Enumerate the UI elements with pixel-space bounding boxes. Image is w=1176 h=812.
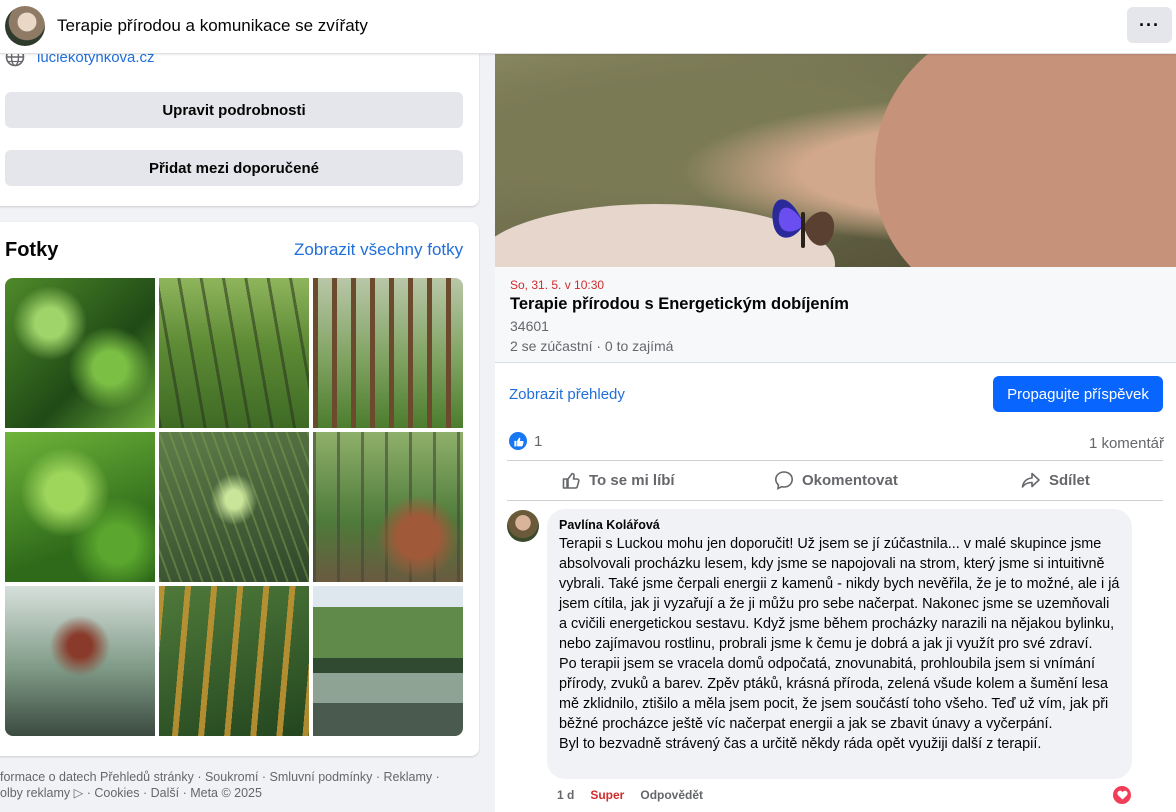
heart-reaction-icon[interactable] [1113, 786, 1131, 804]
comment-reply-button[interactable]: Odpovědět [640, 788, 703, 802]
photo-thumbnail[interactable] [159, 586, 309, 736]
commenter-avatar[interactable] [507, 510, 539, 542]
photo-thumbnail[interactable] [313, 432, 463, 582]
comment-age[interactable]: 1 d [557, 788, 574, 802]
butterfly-icon [772, 199, 835, 248]
page-title: Terapie přírodou a komunikace se zvířaty [57, 16, 368, 35]
photo-grid [5, 278, 463, 736]
photos-title: Fotky [5, 239, 59, 261]
event-attendance: 2 se zúčastní · 0 to zajímá [510, 338, 674, 354]
comment-paragraph: Po terapii jsem se vracela domů odpočatá… [559, 656, 1109, 732]
photo-thumbnail[interactable] [159, 278, 309, 428]
comment-paragraph: Byl to bezvadně strávený čas a určitě ně… [559, 736, 1042, 752]
share-button-label: Sdílet [1049, 471, 1090, 489]
event-title[interactable]: Terapie přírodou s Energetickým dobíjení… [510, 295, 849, 314]
photo-thumbnail[interactable] [5, 432, 155, 582]
comment-count[interactable]: 1 komentář [1089, 435, 1164, 452]
page-avatar[interactable] [5, 6, 45, 46]
like-reaction-icon [509, 432, 527, 450]
divider [507, 460, 1163, 461]
comment-paragraph: Terapii s Luckou mohu jen doporučit! Už … [559, 536, 1120, 652]
photo-thumbnail[interactable] [313, 278, 463, 428]
photo-thumbnail[interactable] [313, 586, 463, 736]
footer-line-2[interactable]: olby reklamy ▷ · Cookies · Další · Meta … [0, 785, 480, 801]
divider [507, 500, 1163, 501]
edit-details-button[interactable]: Upravit podrobnosti [5, 92, 463, 128]
event-location: 34601 [510, 318, 549, 334]
reaction-summary[interactable]: 1 [509, 432, 542, 450]
thumbs-up-icon [562, 472, 580, 489]
comment-meta: 1 d Super Odpovědět [557, 788, 703, 802]
event-details[interactable]: So, 31. 5. v 10:30 Terapie přírodou s En… [495, 267, 1176, 363]
event-card: So, 31. 5. v 10:30 Terapie přírodou s En… [495, 267, 1176, 424]
event-cover-image[interactable] [495, 54, 1176, 267]
footer-line-1[interactable]: formace o datech Přehledů stránky · Souk… [0, 769, 480, 785]
more-options-button[interactable]: ··· [1127, 7, 1172, 43]
page-header: Terapie přírodou a komunikace se zvířaty… [0, 0, 1176, 54]
comment-bubble: Pavlína Kolářová Terapii s Luckou mohu j… [547, 509, 1132, 779]
event-date: So, 31. 5. v 10:30 [510, 278, 605, 292]
column-gap [480, 54, 495, 812]
share-icon [1021, 472, 1040, 488]
add-recommendation-button[interactable]: Přidat mezi doporučené [5, 150, 463, 186]
comment-button-label: Okomentovat [802, 471, 898, 489]
promote-post-button[interactable]: Propagujte příspěvek [993, 376, 1163, 412]
photo-thumbnail[interactable] [5, 278, 155, 428]
post-interactions: 1 1 komentář To se mi líbí Okomentovat S… [495, 424, 1176, 812]
photo-thumbnail[interactable] [159, 432, 309, 582]
see-all-photos-link[interactable]: Zobrazit všechny fotky [294, 240, 463, 260]
view-insights-link[interactable]: Zobrazit přehledy [509, 386, 625, 403]
comment-button[interactable]: Okomentovat [774, 470, 898, 490]
like-button[interactable]: To se mi líbí [561, 470, 675, 490]
comment-author[interactable]: Pavlína Kolářová [559, 518, 1120, 532]
share-button[interactable]: Sdílet [1021, 470, 1090, 490]
like-button-label: To se mi líbí [589, 471, 675, 489]
like-count: 1 [534, 432, 543, 450]
face-shape [875, 54, 1176, 267]
photo-thumbnail[interactable] [5, 586, 155, 736]
comment-reaction-button[interactable]: Super [590, 788, 624, 802]
footer-links: formace o datech Přehledů stránky · Souk… [0, 769, 480, 801]
comment-icon [774, 471, 794, 490]
